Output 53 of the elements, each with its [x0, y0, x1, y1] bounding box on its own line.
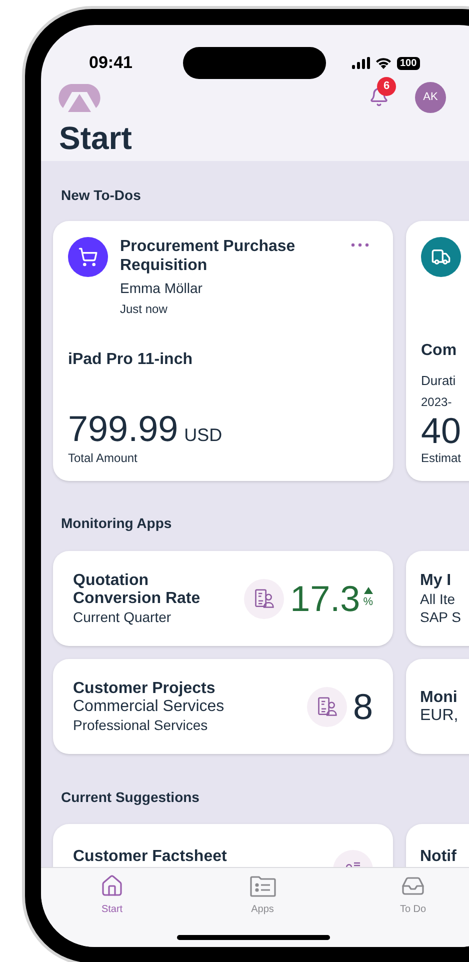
monitoring-card[interactable]: Quotation Conversion Rate Current Quarter 17.3% — [53, 551, 393, 646]
tab-item[interactable]: Start — [78, 874, 146, 917]
home-icon — [100, 874, 124, 898]
todo-date: 2023- — [421, 394, 453, 410]
monitoring-title: Customer Projects — [73, 680, 216, 698]
battery-level: 100 — [397, 56, 420, 70]
amount-value: 40 — [421, 413, 462, 449]
suggestion-card[interactable]: Notif — [406, 824, 469, 867]
monitoring-card[interactable]: Customer Projects Commercial Services Professional Services 8 — [53, 659, 393, 754]
monitoring-subtitle: Commercial Services — [73, 698, 226, 716]
todo-title: Procurement Purchase Requisition — [120, 237, 296, 275]
suggestion-title: Notif — [420, 847, 458, 867]
todo-item: Com — [421, 341, 458, 361]
monitoring-subtitle: EUR, — [420, 706, 460, 724]
section-title: Monitoring Apps — [60, 514, 173, 533]
kpi-value: 8 — [352, 684, 373, 728]
todo-time: Just now — [120, 301, 168, 318]
monitoring-subtitle: Professional Services — [73, 716, 209, 734]
monitoring-card[interactable]: My I All Ite SAP S — [406, 551, 469, 646]
logo-icon — [57, 84, 102, 112]
section-title: Current Suggestions — [60, 788, 200, 807]
monitoring-subtitle: All Ite — [420, 590, 456, 608]
monitoring-title: Quotation Conversion Rate — [73, 572, 202, 608]
amount-value: 799.99 — [68, 411, 178, 447]
user-avatar[interactable]: AK — [415, 82, 446, 113]
todo-card[interactable]: Com Durati 2023- 40 Estimat — [406, 221, 469, 481]
monitoring-card[interactable]: Moni EUR, — [406, 659, 469, 754]
todo-item: iPad Pro 11-inch — [68, 350, 194, 370]
inbox-icon — [401, 874, 425, 898]
monitoring-title: My I — [420, 572, 452, 590]
monitoring-subtitle: SAP S — [420, 608, 462, 626]
todo-author: Emma Möllar — [120, 279, 204, 298]
suggestion-card[interactable]: Customer Factsheet — [53, 824, 393, 867]
folder-list-icon — [248, 874, 276, 898]
amount-label: Estimat — [421, 450, 462, 467]
monitoring-subtitle: Current Quarter — [73, 608, 172, 626]
kpi-value: 17.3 — [290, 576, 360, 620]
todo-detail: Durati — [421, 372, 457, 390]
report-person-icon — [306, 686, 347, 726]
wifi-icon — [375, 57, 392, 69]
signal-icon — [352, 57, 370, 69]
monitoring-title: Moni — [420, 688, 458, 706]
kpi-unit: % — [363, 594, 373, 610]
todo-card[interactable]: Procurement Purchase Requisition Emma Möllar Just now iPad Pro 11-inch 799.99 USD Total Amount — [53, 221, 393, 481]
section-title: New To-Dos — [60, 186, 142, 205]
amount-label: Total Amount — [68, 450, 138, 467]
report-person-icon — [244, 578, 284, 618]
status-time: 09:41 — [89, 52, 134, 74]
more-icon[interactable] — [351, 243, 369, 247]
amount-currency: USD — [184, 424, 222, 447]
suggestion-title: Customer Factsheet — [73, 847, 228, 867]
notification-count: 6 — [377, 76, 396, 96]
page-title: Start — [58, 119, 133, 158]
